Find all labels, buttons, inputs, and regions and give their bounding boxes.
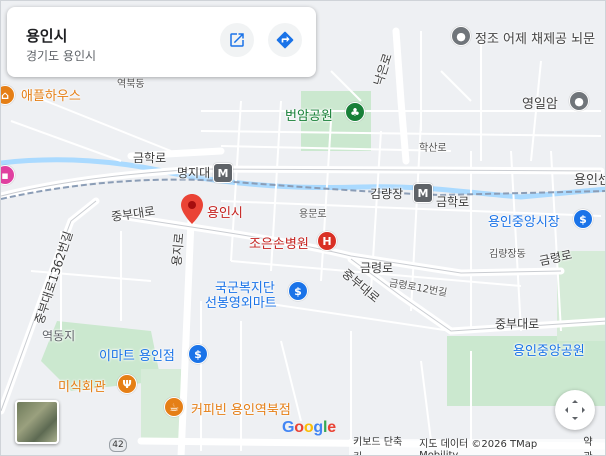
hospital-pin-icon[interactable]: H bbox=[317, 231, 337, 251]
pan-control-button[interactable] bbox=[555, 390, 595, 430]
poi-label[interactable]: 애플하우스 bbox=[21, 85, 81, 104]
road-label: 용지로 bbox=[169, 232, 187, 267]
selected-location-marker-icon[interactable] bbox=[181, 194, 203, 224]
place-subtitle: 경기도 용인시 bbox=[26, 49, 97, 63]
selected-marker-label[interactable]: 용인시 bbox=[207, 202, 243, 221]
keyboard-shortcuts-link[interactable]: 키보드 단축키 bbox=[353, 433, 409, 455]
open-in-new-icon bbox=[230, 33, 244, 47]
road-label: 중부대로 bbox=[495, 317, 540, 331]
temple-pin-icon[interactable]: ● bbox=[569, 91, 589, 111]
map-canvas[interactable]: 금학로 금학로 중부대로 중부대로 중부대로 중부대로1362번길 용지로 금령… bbox=[0, 0, 606, 456]
landmark-pin-icon[interactable]: ● bbox=[451, 26, 471, 46]
station-label[interactable]: 김량장 bbox=[370, 185, 403, 202]
poi-label: 역동지 bbox=[42, 329, 76, 343]
district-label: 역북동 bbox=[117, 79, 145, 90]
directions-icon bbox=[276, 31, 294, 49]
google-logo: Google bbox=[282, 419, 336, 436]
tree-pin-icon[interactable]: ♣ bbox=[345, 102, 365, 122]
station-label[interactable]: 명지대 bbox=[177, 164, 210, 181]
place-info-card[interactable]: 용인시 경기도 용인시 bbox=[7, 7, 316, 77]
road-label: 금학로 bbox=[436, 195, 470, 209]
cart-pin-icon[interactable]: $ bbox=[288, 281, 308, 301]
poi-label[interactable]: 영일암 bbox=[522, 93, 558, 112]
satellite-layer-toggle[interactable] bbox=[15, 400, 59, 444]
poi-label[interactable]: 미식회관 bbox=[58, 376, 106, 395]
poi-label[interactable]: 용인센 bbox=[574, 169, 605, 188]
directions-button[interactable] bbox=[268, 23, 302, 57]
metro-icon[interactable]: M bbox=[213, 163, 233, 183]
road-label: 금령로 bbox=[360, 261, 394, 275]
attribution-bar: 키보드 단축키 지도 데이터 ©2026 TMap Mobility 약관 bbox=[349, 437, 605, 455]
cart-pin-icon[interactable]: $ bbox=[573, 209, 593, 229]
restaurant-pin-icon[interactable]: Ψ bbox=[117, 374, 137, 394]
terms-link[interactable]: 약관 bbox=[583, 433, 601, 455]
metro-icon[interactable]: M bbox=[413, 183, 433, 203]
poi-label[interactable]: 이마트 용인점 bbox=[99, 345, 175, 364]
cart-pin-icon[interactable]: $ bbox=[188, 344, 208, 364]
road-label: 학산로 bbox=[419, 143, 447, 154]
poi-label[interactable]: 선봉영외마트 bbox=[205, 292, 277, 311]
park-area bbox=[557, 251, 605, 341]
poi-label[interactable]: 번암공원 bbox=[285, 105, 333, 124]
poi-label[interactable]: 용인중앙공원 bbox=[513, 340, 585, 359]
place-title: 용인시 bbox=[26, 27, 68, 45]
poi-label[interactable]: 용인중앙시장 bbox=[488, 211, 560, 230]
cafe-pin-icon[interactable]: ☕ bbox=[164, 397, 184, 417]
poi-label[interactable]: 커피빈 용인역북점 bbox=[191, 399, 291, 418]
open-in-maps-button[interactable] bbox=[220, 23, 254, 57]
map-data-credit: 지도 데이터 ©2026 TMap Mobility bbox=[419, 439, 538, 456]
poi-label[interactable]: 조은손병원 bbox=[249, 233, 309, 252]
poi-label[interactable]: 정조 어제 채제공 뇌문 bbox=[475, 28, 595, 47]
highway-shield: 42 bbox=[109, 438, 127, 452]
road-label: 용문로 bbox=[299, 209, 327, 220]
pan-arrows-icon bbox=[565, 400, 585, 420]
road-label: 금학로 bbox=[133, 151, 167, 165]
district-label: 김량장동 bbox=[489, 249, 526, 260]
